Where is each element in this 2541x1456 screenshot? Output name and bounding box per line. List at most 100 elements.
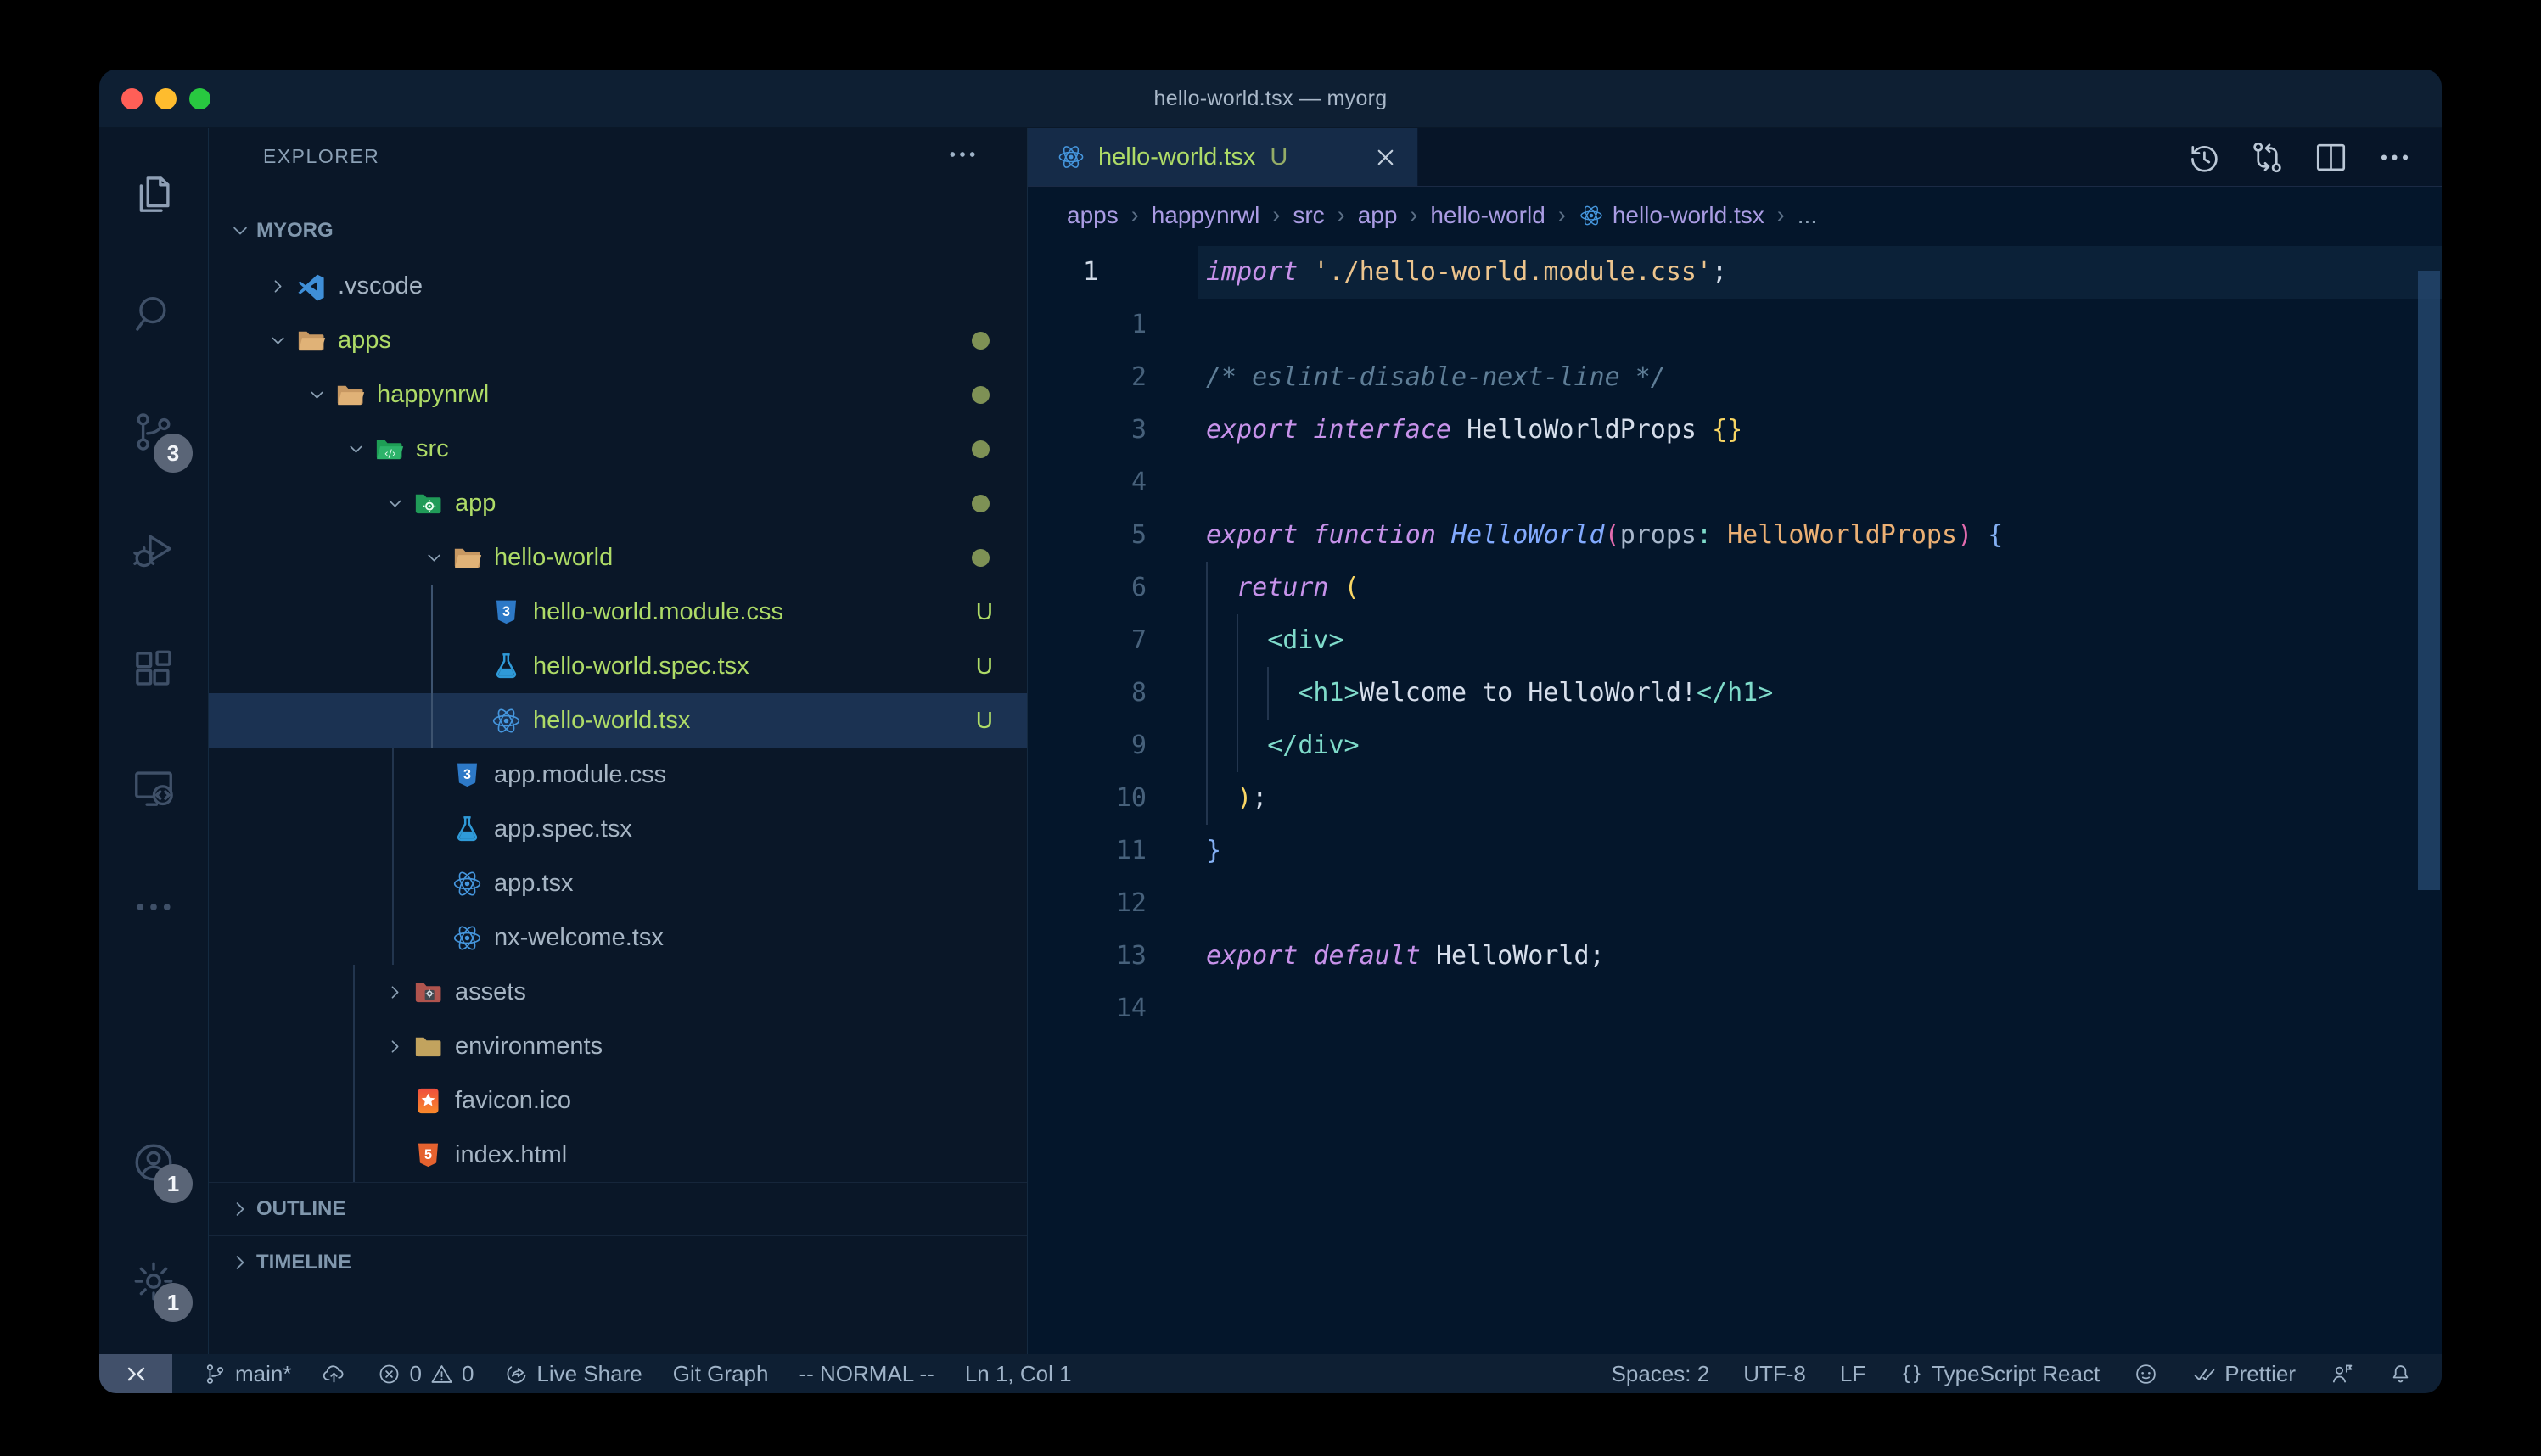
code-line-active[interactable]: 1import './hello-world.module.css'; [1028, 246, 2442, 299]
chevron-down-icon [306, 384, 334, 406]
status-item-sync-changes[interactable] [322, 1362, 346, 1386]
status-item-git-branch[interactable]: main* [203, 1361, 291, 1387]
status-item-cursor-position[interactable]: Ln 1, Col 1 [965, 1361, 1072, 1387]
breadcrumb-item-apps[interactable]: apps [1067, 202, 1119, 229]
activity-item-explorer[interactable] [99, 135, 208, 254]
status-item-git-graph[interactable]: Git Graph [673, 1361, 769, 1387]
activity-item-run-debug[interactable] [99, 491, 208, 610]
code-line[interactable]: 3export interface HelloWorldProps {} [1028, 404, 2442, 456]
activity-item-more-views[interactable] [99, 848, 208, 966]
zoom-window-button[interactable] [189, 88, 210, 109]
code-line[interactable]: 9 </div> [1028, 720, 2442, 772]
activity-item-accounts[interactable]: 1 [99, 1103, 208, 1222]
code-line[interactable]: 14 [1028, 983, 2442, 1035]
tab-label: hello-world.tsx [1098, 143, 1255, 171]
section-header-myorg[interactable]: MYORG [209, 203, 1027, 259]
open-changes-button[interactable] [2249, 139, 2286, 176]
tree-item-nx-welcome-tsx[interactable]: nx-welcome.tsx [209, 910, 1027, 965]
code-line[interactable]: 8 <h1>Welcome to HelloWorld!</h1> [1028, 667, 2442, 720]
chevron-down-icon [384, 492, 412, 515]
tree-item-vscode[interactable]: .vscode [209, 259, 1027, 313]
status-item-notifications[interactable] [2388, 1362, 2413, 1386]
status-item-encoding[interactable]: UTF-8 [1743, 1361, 1806, 1387]
breadcrumb-separator: › [1558, 202, 1566, 228]
breadcrumb-item-src[interactable]: src [1293, 202, 1324, 229]
code-line[interactable]: 12 [1028, 877, 2442, 930]
status-item-remote-indicator[interactable] [99, 1354, 172, 1393]
panel-header-timeline[interactable]: TIMELINE [209, 1235, 1027, 1289]
tree-item-assets[interactable]: assets [209, 965, 1027, 1019]
tree-item-happynrwl[interactable]: happynrwl [209, 367, 1027, 422]
status-item-live-share[interactable]: Live Share [504, 1361, 642, 1387]
split-editor-button[interactable] [2313, 139, 2349, 176]
code-line[interactable]: 7 <div> [1028, 614, 2442, 667]
status-item-prettier[interactable]: Prettier [2192, 1361, 2296, 1387]
explorer-more-actions-button[interactable] [945, 137, 979, 176]
breadcrumb-item-hello-world-tsx[interactable]: hello-world.tsx [1579, 202, 1764, 229]
tree-item-label: hello-world.spec.tsx [533, 652, 749, 680]
status-item-feedback[interactable] [2330, 1362, 2354, 1386]
tree-item-label: .vscode [338, 272, 423, 300]
close-window-button[interactable] [121, 88, 143, 109]
code-line[interactable]: 2/* eslint-disable-next-line */ [1028, 351, 2442, 404]
code-line[interactable]: 5export function HelloWorld(props: Hello… [1028, 509, 2442, 562]
activity-item-search[interactable] [99, 254, 208, 372]
status-label: -- NORMAL -- [799, 1361, 934, 1387]
tree-item-label: hello-world.tsx [533, 707, 690, 735]
activity-badge: 1 [154, 1283, 193, 1322]
tree-item-app-module-css[interactable]: 3app.module.css [209, 748, 1027, 802]
status-item-indentation[interactable]: Spaces: 2 [1612, 1361, 1710, 1387]
tree-item-app[interactable]: app [209, 476, 1027, 530]
tree-item-environments[interactable]: environments [209, 1019, 1027, 1073]
tree-item-app-spec-tsx[interactable]: app.spec.tsx [209, 802, 1027, 856]
tree-item-hello-world-module-css[interactable]: 3hello-world.module.cssU [209, 585, 1027, 639]
status-item-eol[interactable]: LF [1840, 1361, 1865, 1387]
status-label: Live Share [536, 1361, 642, 1387]
chevron-right-icon [227, 1196, 253, 1222]
tree-item-apps[interactable]: apps [209, 313, 1027, 367]
tree-item-hello-world-spec-tsx[interactable]: hello-world.spec.tsxU [209, 639, 1027, 693]
breadcrumb-item-[interactable]: ... [1798, 202, 1817, 229]
line-number: 5 [1028, 509, 1147, 562]
status-item-language-mode[interactable]: TypeScript React [1899, 1361, 2100, 1387]
activity-item-settings[interactable]: 1 [99, 1222, 208, 1341]
minimize-window-button[interactable] [155, 88, 177, 109]
editor-scrollbar[interactable] [2418, 271, 2440, 890]
tree-indent-guide [431, 585, 433, 639]
css-icon: 3 [452, 759, 483, 791]
folder-src-icon: ‹/› [373, 434, 405, 465]
tree-item-src[interactable]: ‹/› src [209, 422, 1027, 476]
code-line[interactable]: 11} [1028, 825, 2442, 877]
code-line[interactable]: 1 [1028, 299, 2442, 351]
activity-item-extensions[interactable] [99, 610, 208, 729]
titlebar[interactable]: hello-world.tsx — myorg [99, 70, 2442, 128]
status-item-github[interactable] [2134, 1362, 2158, 1386]
tree-item-index-html[interactable]: 5index.html [209, 1128, 1027, 1182]
tab-untracked-badge: U [1270, 143, 1287, 171]
breadcrumb-item-app[interactable]: app [1358, 202, 1398, 229]
open-timeline-button[interactable] [2185, 139, 2222, 176]
tree-item-hello-world-tsx[interactable]: hello-world.tsxU [209, 693, 1027, 748]
tree-indent-guide [392, 910, 394, 965]
activity-item-source-control[interactable]: 3 [99, 372, 208, 491]
code-line[interactable]: 6 return ( [1028, 562, 2442, 614]
close-tab-button[interactable] [1372, 144, 1399, 171]
tab-hello-world-tsx[interactable]: hello-world.tsx U [1028, 128, 1418, 186]
tree-item-favicon-ico[interactable]: favicon.ico [209, 1073, 1027, 1128]
octoface-icon [2134, 1362, 2158, 1386]
tree-item-app-tsx[interactable]: app.tsx [209, 856, 1027, 910]
code-line[interactable]: 10 ); [1028, 772, 2442, 825]
code-line[interactable]: 13export default HelloWorld; [1028, 930, 2442, 983]
breadcrumb-item-happynrwl[interactable]: happynrwl [1152, 202, 1260, 229]
breadcrumb-item-hello-world[interactable]: hello-world [1430, 202, 1545, 229]
git-modified-dot [972, 495, 990, 512]
tree-item-hello-world[interactable]: hello-world [209, 530, 1027, 585]
status-item-problems[interactable]: 00 [377, 1361, 474, 1387]
tree-item-label: src [416, 435, 449, 463]
status-item-vim-mode[interactable]: -- NORMAL -- [799, 1361, 934, 1387]
code-line[interactable]: 4 [1028, 456, 2442, 509]
activity-item-remote-explorer[interactable] [99, 729, 208, 848]
panel-header-outline[interactable]: OUTLINE [209, 1182, 1027, 1235]
code-editor[interactable]: 1import './hello-world.module.css';12/* … [1028, 244, 2442, 1354]
more-actions-button[interactable] [2376, 139, 2413, 176]
